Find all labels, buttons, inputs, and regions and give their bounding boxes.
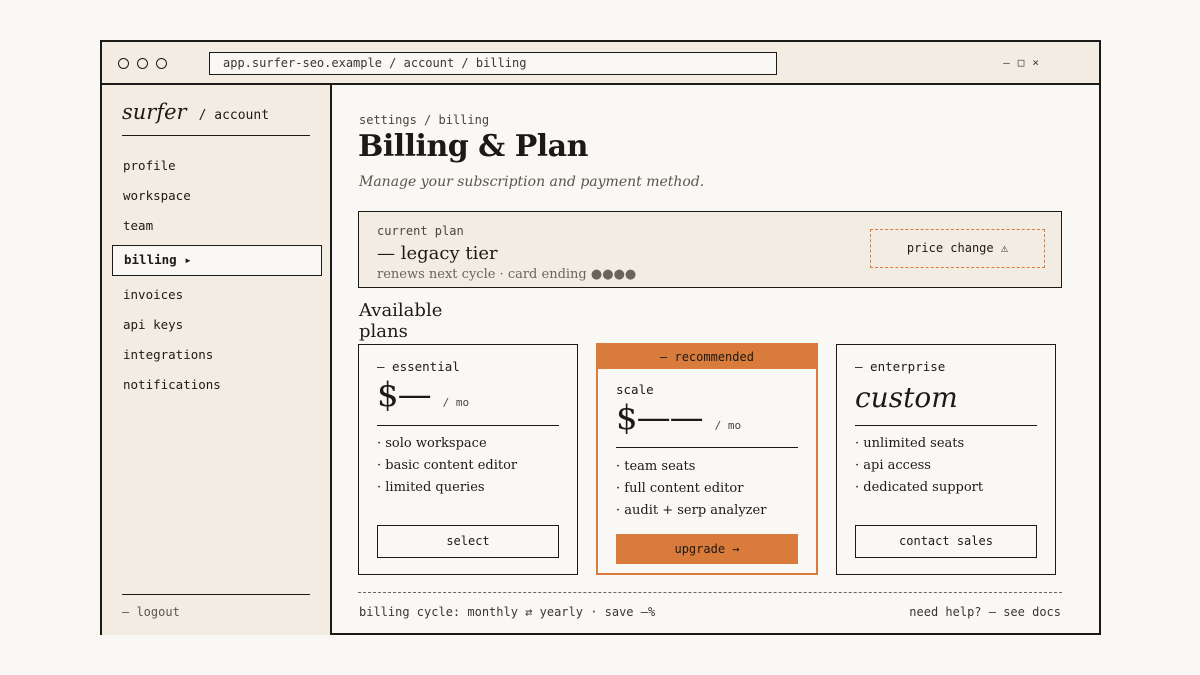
divider [358, 592, 1062, 593]
list-item: · team seats [616, 459, 696, 474]
plan-period: / mo [714, 419, 742, 432]
plan-price: custom [855, 381, 958, 414]
plan-card-scale: — recommended scale $—— / mo · team seat… [596, 343, 818, 575]
page-title: Billing & Plan [358, 129, 588, 164]
close-icon[interactable]: × [1032, 56, 1039, 69]
sidebar-item-billing[interactable]: billing ▸ [112, 245, 322, 276]
list-item: · unlimited seats [855, 436, 965, 451]
plan-name: — essential [377, 359, 460, 374]
page-subtitle: Manage your subscription and payment met… [359, 174, 705, 190]
logout-link[interactable]: — logout [122, 605, 180, 619]
breadcrumb: settings / billing [359, 113, 490, 127]
sidebar-item-notifications[interactable]: notifications [112, 370, 322, 400]
window-dot-icon[interactable] [118, 58, 129, 69]
sidebar: surfer / account profile workspace team … [102, 85, 332, 635]
sidebar-item-team[interactable]: team [112, 211, 322, 241]
recommended-banner: — recommended [598, 345, 816, 369]
app-window: app.surfer-seo.example / account / billi… [100, 40, 1101, 635]
plan-price: $— [377, 375, 432, 415]
list-item: · full content editor [616, 481, 744, 496]
list-item: · solo workspace [377, 436, 487, 451]
current-plan-label: current plan [377, 224, 464, 238]
plan-price: $—— [616, 398, 704, 438]
select-button[interactable]: select [377, 525, 559, 558]
plan-card-essential: — essential $— / mo · solo workspace · b… [358, 344, 578, 575]
window-dots [118, 58, 167, 69]
plan-card-enterprise: — enterprise custom · unlimited seats · … [836, 344, 1056, 575]
list-item: · dedicated support [855, 480, 984, 495]
divider [122, 135, 310, 136]
plan-name: — enterprise [855, 359, 946, 374]
available-plans-heading: Available plans [359, 300, 494, 347]
billing-cycle-toggle[interactable]: billing cycle: monthly ⇄ yearly · save —… [359, 605, 655, 619]
window-controls: — □ × [1003, 56, 1039, 69]
list-item: · basic content editor [377, 458, 518, 473]
divider [616, 447, 798, 448]
plan-name: scale [616, 382, 654, 397]
sidebar-nav: profile workspace team billing ▸ invoice… [112, 151, 322, 400]
plan-features: · team seats · full content editor · aud… [616, 456, 766, 522]
upgrade-button[interactable]: upgrade → [616, 534, 798, 564]
window-dot-icon[interactable] [156, 58, 167, 69]
plan-price-row: $—— / mo [616, 398, 741, 438]
plan-features: · unlimited seats · api access · dedicat… [855, 433, 983, 499]
current-plan-meta: renews next cycle · card ending ●●●● [377, 267, 637, 282]
list-item: · limited queries [377, 480, 485, 495]
plan-period: / mo [442, 396, 470, 409]
sidebar-item-profile[interactable]: profile [112, 151, 322, 181]
sidebar-item-api-keys[interactable]: api keys [112, 310, 322, 340]
list-item: · audit + serp analyzer [616, 503, 767, 518]
contact-sales-button[interactable]: contact sales [855, 525, 1037, 558]
sidebar-item-workspace[interactable]: workspace [112, 181, 322, 211]
brand-section: / account [198, 108, 270, 123]
sidebar-item-invoices[interactable]: invoices [112, 280, 322, 310]
list-item: · api access [855, 458, 931, 473]
current-plan-panel: current plan — legacy tier renews next c… [358, 211, 1062, 288]
plan-features: · solo workspace · basic content editor … [377, 433, 517, 499]
price-change-badge[interactable]: price change ⚠ [870, 229, 1045, 268]
divider [122, 594, 310, 595]
title-bar: app.surfer-seo.example / account / billi… [102, 42, 1099, 85]
sidebar-item-integrations[interactable]: integrations [112, 340, 322, 370]
brand-logo[interactable]: surfer [122, 100, 187, 124]
plan-price-row: $— / mo [377, 375, 469, 415]
help-link[interactable]: need help? — see docs [909, 605, 1061, 619]
brand: surfer / account [122, 100, 269, 124]
current-plan-tier: — legacy tier [377, 243, 498, 264]
divider [855, 425, 1037, 426]
window-dot-icon[interactable] [137, 58, 148, 69]
main-content: settings / billing Billing & Plan Manage… [334, 85, 1101, 635]
divider [377, 425, 559, 426]
maximize-icon[interactable]: □ [1018, 56, 1025, 69]
address-bar[interactable]: app.surfer-seo.example / account / billi… [209, 52, 777, 75]
minimize-icon[interactable]: — [1003, 56, 1010, 69]
